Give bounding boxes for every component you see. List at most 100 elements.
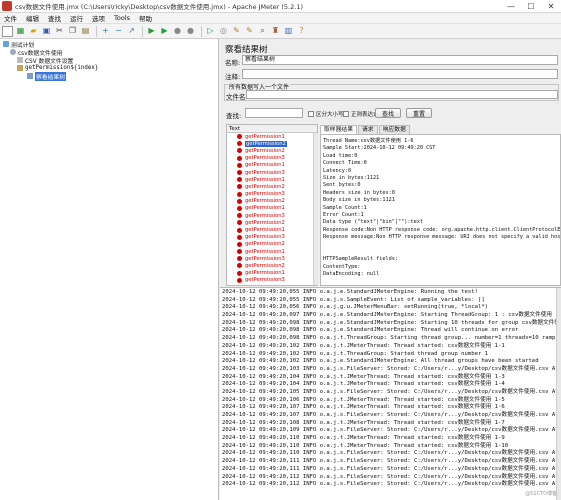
tab-request[interactable]: 请求 xyxy=(358,125,378,134)
pencil-icon xyxy=(17,65,23,71)
function-helper-icon[interactable]: ▥ xyxy=(283,26,294,37)
search-input[interactable] xyxy=(245,108,303,118)
log-line: 2024-10-12 09:49:20,102 INFO o.a.j.e.Sta… xyxy=(222,358,539,365)
clear-all-icon[interactable]: ✎ xyxy=(244,26,255,37)
tab-response-data[interactable]: 响应数据 xyxy=(378,125,410,134)
result-list-item[interactable]: getPermission2 xyxy=(227,198,317,205)
tree-node-label: getPermission${index} xyxy=(25,65,99,71)
regex-checkbox[interactable]: 正则表达式 xyxy=(343,110,379,118)
result-list-item[interactable]: getPermission3 xyxy=(227,234,317,241)
open-icon[interactable]: ▰ xyxy=(28,26,39,37)
results-tree-icon xyxy=(27,73,33,79)
tree-node-view-results[interactable]: 察看结果树 xyxy=(27,71,66,81)
paste-icon[interactable]: ▤ xyxy=(80,26,91,37)
result-list-item[interactable]: getPermission2 xyxy=(227,262,317,269)
shutdown-icon[interactable]: ● xyxy=(185,26,196,37)
result-list-item[interactable]: getPermission1 xyxy=(227,162,317,169)
log-line: 2024-10-12 09:49:20,112 INFO o.a.j.s.Fil… xyxy=(222,481,561,488)
menu-run[interactable]: 运行 xyxy=(70,13,83,23)
detail-line: Sample Count:1 xyxy=(323,204,367,211)
start-icon[interactable]: ▶ xyxy=(146,26,157,37)
new-icon[interactable] xyxy=(2,25,13,37)
maximize-button[interactable]: ☐ xyxy=(521,0,541,12)
start-no-pause-icon[interactable]: ▶ xyxy=(159,26,170,37)
reset-search-icon[interactable]: ♜ xyxy=(270,26,281,37)
log-line: 2024-10-12 09:49:20,111 INFO o.a.j.s.Fil… xyxy=(222,458,561,465)
toggle-icon[interactable]: ↗ xyxy=(126,26,137,37)
expand-icon[interactable]: + xyxy=(100,26,111,37)
menu-edit[interactable]: 编辑 xyxy=(26,13,39,23)
result-list-item[interactable]: getPermission3 xyxy=(227,191,317,198)
copy-icon[interactable]: ❐ xyxy=(67,26,78,37)
name-field[interactable]: 察看结果树 xyxy=(242,55,558,65)
close-button[interactable]: ✕ xyxy=(541,0,561,12)
panel-title: 察看结果树 xyxy=(225,45,268,55)
result-list-item[interactable]: getPermission2 xyxy=(227,219,317,226)
case-sensitive-checkbox[interactable]: 区分大小写 xyxy=(308,110,344,118)
filename-field[interactable] xyxy=(246,90,558,99)
collapse-icon[interactable]: − xyxy=(113,26,124,37)
result-list-item[interactable]: getPermission2 xyxy=(227,140,317,147)
result-list-item[interactable]: getPermission2 xyxy=(227,183,317,190)
stop-icon[interactable]: ● xyxy=(172,26,183,37)
error-status-icon xyxy=(237,277,242,283)
name-label: 名称: xyxy=(225,59,241,67)
menu-options[interactable]: 选项 xyxy=(92,13,105,23)
result-list-scrollbar[interactable] xyxy=(313,133,318,285)
result-list-item[interactable]: getPermission1 xyxy=(227,248,317,255)
error-status-icon xyxy=(237,270,242,276)
detail-line: Headers size in bytes:0 xyxy=(323,189,395,196)
result-item-label: getPermission3 xyxy=(245,169,285,176)
detail-line: Response code:Non HTTP response code: or… xyxy=(323,226,561,233)
window-title: csv数据文件使用.jmx (C:\Users\ricky\Desktop\cs… xyxy=(15,3,303,11)
result-list-item[interactable]: getPermission2 xyxy=(227,241,317,248)
minimize-button[interactable]: — xyxy=(501,0,521,12)
clear-icon[interactable]: ✎ xyxy=(231,26,242,37)
log-line: 2024-10-12 09:49:20,056 INFO o.a.j.g.u.J… xyxy=(222,304,489,311)
detail-line: Body size in bytes:1121 xyxy=(323,197,395,204)
checkbox-box xyxy=(343,111,349,117)
remote-stop-icon[interactable]: ◎ xyxy=(218,26,229,37)
reset-button[interactable]: 重置 xyxy=(406,108,432,118)
help-icon[interactable]: ? xyxy=(296,26,307,37)
error-status-icon xyxy=(237,198,242,204)
menu-tools[interactable]: Tools xyxy=(114,14,130,22)
templates-icon[interactable]: ▦ xyxy=(15,26,26,37)
cut-icon[interactable]: ✂ xyxy=(54,26,65,37)
result-item-label: getPermission1 xyxy=(245,248,285,255)
remote-start-icon[interactable]: ▷ xyxy=(205,26,216,37)
result-list-item[interactable]: getPermission3 xyxy=(227,277,317,284)
search-button[interactable]: 查找 xyxy=(375,108,401,118)
result-list-item[interactable]: getPermission3 xyxy=(227,212,317,219)
error-status-icon xyxy=(237,213,242,219)
log-viewer: 2024-10-12 09:49:20,055 INFO o.a.j.e.Sta… xyxy=(220,287,561,500)
menu-help[interactable]: 帮助 xyxy=(139,13,152,23)
toolbar: ▦ ▰ ▣ ✂ ❐ ▤ + − ↗ ▶ ▶ ● ● ▷ ◎ ✎ ✎ ⌕ ♜ ▥ … xyxy=(0,24,561,39)
result-list-item[interactable]: getPermission1 xyxy=(227,176,317,183)
result-list-item[interactable]: getPermission1 xyxy=(227,133,317,140)
log-scrollbar[interactable] xyxy=(556,288,561,500)
result-list-item[interactable]: getPermission3 xyxy=(227,169,317,176)
result-item-label: getPermission3 xyxy=(245,277,285,284)
detail-line: Load time:0 xyxy=(323,152,358,159)
log-line: 2024-10-12 09:49:20,055 INFO o.a.j.e.Sta… xyxy=(222,289,478,295)
detail-line: DataEncoding: null xyxy=(323,271,380,278)
error-status-icon xyxy=(237,241,242,247)
tree-node-csv-config[interactable]: CSV 数据文件设置 xyxy=(17,56,73,65)
result-list-item[interactable]: getPermission2 xyxy=(227,147,317,154)
result-list-item[interactable]: getPermission2 xyxy=(227,284,317,286)
result-list-item[interactable]: getPermission3 xyxy=(227,255,317,262)
result-list-item[interactable]: getPermission3 xyxy=(227,155,317,162)
menu-file[interactable]: 文件 xyxy=(4,13,17,23)
tab-sampler-result[interactable]: 取样器结果 xyxy=(320,125,357,134)
result-item-label: getPermission1 xyxy=(245,205,285,212)
search-icon[interactable]: ⌕ xyxy=(257,26,268,37)
watermark: @51CTO博客 xyxy=(525,491,557,497)
result-list-item[interactable]: getPermission1 xyxy=(227,226,317,233)
comment-field[interactable] xyxy=(242,69,558,79)
result-list-item[interactable]: getPermission1 xyxy=(227,270,317,277)
result-list-item[interactable]: getPermission1 xyxy=(227,205,317,212)
menu-search[interactable]: 查找 xyxy=(48,13,61,23)
save-icon[interactable]: ▣ xyxy=(41,26,52,37)
log-line: 2024-10-12 09:49:20,055 INFO o.a.j.s.Sam… xyxy=(222,296,485,303)
